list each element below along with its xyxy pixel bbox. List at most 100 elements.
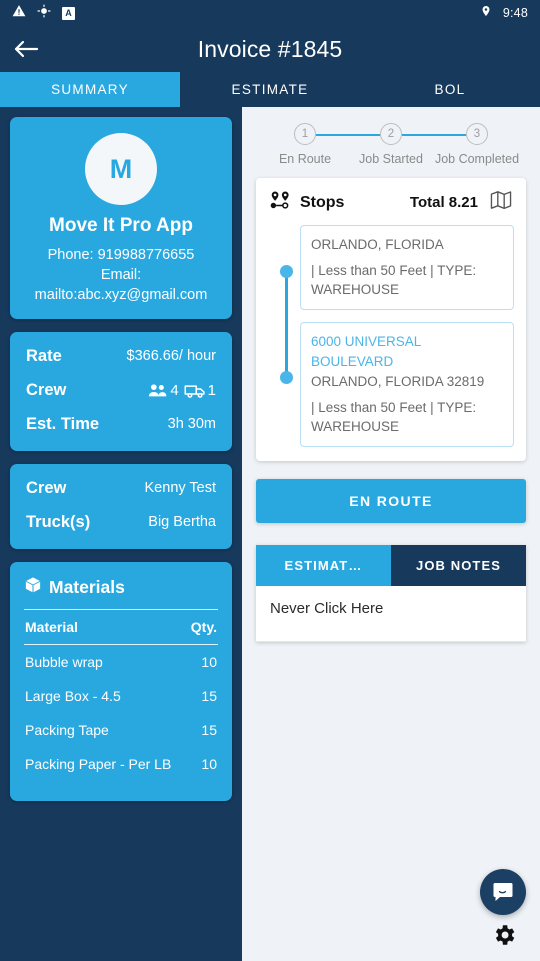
step-connector (402, 133, 466, 136)
truck-count-group: 1 (184, 380, 216, 401)
step-job-started[interactable]: 2 Job Started (348, 123, 466, 166)
customer-profile-card: M Move It Pro App Phone: 919988776655 Em… (10, 117, 232, 319)
material-qty: 10 (201, 654, 217, 670)
notes-tab-bar: ESTIMAT… JOB NOTES (256, 545, 526, 586)
stops-card: Stops Total 8.21 ORLANDO, FLORIDA | Less… (256, 178, 526, 461)
main-tab-bar: SUMMARY ESTIMATE BOL (0, 72, 540, 107)
tab-bol[interactable]: BOL (360, 72, 540, 107)
rate-row: Rate $366.66/ hour (26, 346, 216, 367)
step-label: En Route (278, 152, 332, 166)
crew-count-value: 4 1 (121, 380, 216, 401)
app-screen: A 9:48 Invoice #1845 SUMMARY ESTIMATE BO… (0, 0, 540, 961)
stops-header: Stops Total 8.21 (268, 190, 514, 225)
est-time-label: Est. Time (26, 415, 100, 433)
notes-content: Never Click Here (256, 586, 526, 642)
job-status-stepper: 1 En Route 2 Job Started 3 Job Completed (256, 115, 526, 178)
step-en-route[interactable]: 1 En Route (262, 123, 380, 166)
assigned-truck-row: Truck(s) Big Bertha (26, 512, 216, 533)
truck-icon (184, 384, 205, 398)
table-row: Bubble wrap 10 (24, 645, 218, 679)
tab-estimate[interactable]: ESTIMATE (180, 72, 360, 107)
tab-job-notes[interactable]: JOB NOTES (391, 545, 526, 586)
people-icon (149, 384, 167, 397)
stops-total: Total 8.21 (409, 194, 478, 211)
step-label: Job Completed (434, 152, 520, 166)
materials-col-material: Material (25, 619, 78, 635)
step-label: Job Started (359, 152, 423, 166)
summary-sidebar: M Move It Pro App Phone: 919988776655 Em… (0, 107, 242, 961)
table-row: Large Box - 4.5 15 (24, 679, 218, 713)
list-item[interactable]: 6000 UNIVERSAL BOULEVARD ORLANDO, FLORID… (300, 322, 514, 447)
materials-header: Materials (24, 576, 218, 609)
est-time-row: Est. Time 3h 30m (26, 414, 216, 435)
step-connector (316, 133, 380, 136)
material-name: Bubble wrap (25, 654, 103, 670)
customer-email[interactable]: Email: mailto:abc.xyz@gmail.com (24, 265, 218, 305)
people-count: 4 (170, 382, 179, 399)
table-row: Packing Paper - Per LB 10 (24, 747, 218, 781)
step-job-completed[interactable]: 3 Job Completed (434, 123, 520, 166)
stops-list: ORLANDO, FLORIDA | Less than 50 Feet | T… (300, 225, 514, 447)
stops-timeline-body: ORLANDO, FLORIDA | Less than 50 Feet | T… (268, 225, 514, 447)
status-bar-right: 9:48 (480, 4, 528, 23)
crew-count-row: Crew 4 1 (26, 380, 216, 401)
stop-address-city: ORLANDO, FLORIDA (311, 237, 444, 252)
status-bar-left-icons: A (12, 4, 75, 23)
material-name: Packing Tape (25, 722, 109, 738)
status-bar: A 9:48 (0, 0, 540, 26)
customer-name: Move It Pro App (49, 215, 193, 236)
gps-crosshair-icon (37, 4, 51, 23)
material-qty: 15 (201, 722, 217, 738)
tab-summary[interactable]: SUMMARY (0, 72, 180, 107)
package-box-icon (24, 576, 42, 599)
assigned-crew-value: Kenny Test (144, 480, 216, 496)
step-number: 1 (294, 123, 316, 145)
stop-meta: | Less than 50 Feet | TYPE: WAREHOUSE (311, 400, 477, 434)
material-qty: 15 (201, 688, 217, 704)
material-qty: 10 (201, 756, 217, 772)
route-pins-icon (270, 191, 292, 214)
assigned-crew-row: Crew Kenny Test (26, 478, 216, 499)
materials-table-header: Material Qty. (24, 609, 218, 645)
step-number: 3 (466, 123, 488, 145)
chat-bubble-icon (493, 883, 513, 901)
back-button[interactable] (10, 33, 42, 65)
materials-col-qty: Qty. (190, 619, 217, 635)
people-count-group: 4 (148, 380, 179, 401)
truck-count: 1 (207, 382, 216, 399)
table-row: Packing Tape 15 (24, 713, 218, 747)
stop-address-city: ORLANDO, FLORIDA 32819 (311, 374, 485, 389)
job-panel: 1 En Route 2 Job Started 3 Job Completed (242, 107, 540, 961)
en-route-button[interactable]: EN ROUTE (256, 479, 526, 523)
stops-timeline (274, 225, 300, 447)
assigned-truck-value: Big Bertha (148, 514, 216, 530)
map-icon[interactable] (490, 190, 512, 215)
job-details-card: Rate $366.66/ hour Crew 4 1 Est. Time 3h… (10, 332, 232, 451)
notes-section: ESTIMAT… JOB NOTES Never Click Here (256, 545, 526, 642)
gear-icon (495, 925, 515, 945)
content-area: M Move It Pro App Phone: 919988776655 Em… (0, 107, 540, 961)
rate-label: Rate (26, 347, 62, 365)
warning-triangle-icon (12, 4, 26, 23)
step-number: 2 (380, 123, 402, 145)
app-bar: Invoice #1845 (0, 26, 540, 72)
chat-launcher-button[interactable] (480, 869, 526, 915)
location-pin-icon (480, 4, 492, 23)
stop-address-street: 6000 UNIVERSAL BOULEVARD (311, 334, 421, 369)
settings-button[interactable] (490, 921, 518, 949)
rate-value: $366.66/ hour (126, 348, 217, 364)
crew-count-label: Crew (26, 381, 67, 399)
assignment-card: Crew Kenny Test Truck(s) Big Bertha (10, 464, 232, 549)
letter-a-badge-icon: A (62, 6, 75, 20)
tab-estimate-notes[interactable]: ESTIMAT… (256, 545, 391, 586)
customer-phone[interactable]: Phone: 919988776655 (24, 245, 218, 265)
stops-title: Stops (300, 193, 345, 211)
back-arrow-icon (14, 40, 39, 58)
stop-meta: | Less than 50 Feet | TYPE: WAREHOUSE (311, 263, 477, 297)
materials-card: Materials Material Qty. Bubble wrap 10 L… (10, 562, 232, 801)
list-item[interactable]: ORLANDO, FLORIDA | Less than 50 Feet | T… (300, 225, 514, 310)
est-time-value: 3h 30m (167, 416, 216, 432)
materials-title: Materials (49, 577, 125, 597)
timeline-dot (280, 371, 293, 384)
assigned-truck-label: Truck(s) (26, 513, 91, 531)
